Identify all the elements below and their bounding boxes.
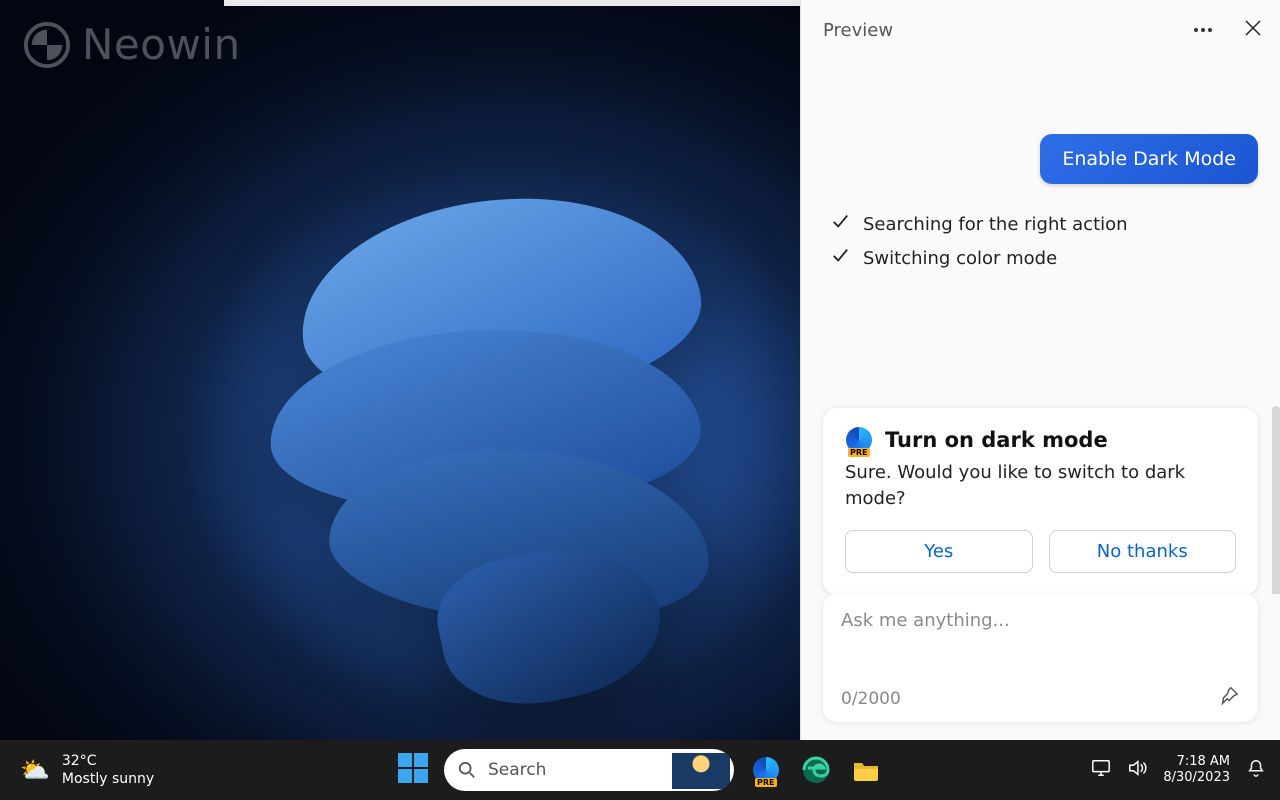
close-button[interactable]	[1244, 19, 1262, 41]
neowin-logo-icon	[24, 22, 70, 68]
weather-widget[interactable]: ⛅ 32°C Mostly sunny	[0, 752, 154, 788]
pin-icon	[1218, 685, 1240, 707]
progress-list: Searching for the right action Switching…	[823, 184, 1258, 276]
start-button[interactable]	[396, 751, 430, 789]
clock-time: 7:18 AM	[1177, 754, 1230, 770]
weather-temp: 32°C	[62, 752, 154, 770]
watermark-text: Neowin	[82, 20, 241, 69]
clock-date: 8/30/2023	[1163, 770, 1230, 786]
edge-browser-button[interactable]	[798, 752, 834, 788]
progress-item: Switching color mode	[831, 242, 1258, 276]
edge-icon	[801, 755, 831, 785]
weather-desc: Mostly sunny	[62, 770, 154, 788]
no-thanks-button[interactable]: No thanks	[1049, 530, 1237, 573]
search-placeholder: Search	[488, 760, 546, 780]
input-box[interactable]: Ask me anything... 0/2000	[823, 594, 1258, 722]
windows-logo-icon	[396, 751, 430, 785]
progress-text: Switching color mode	[863, 242, 1057, 276]
checkmark-icon	[831, 242, 849, 276]
display-settings-button[interactable]	[1091, 758, 1111, 782]
checkmark-icon	[831, 208, 849, 242]
speaker-icon	[1127, 758, 1147, 778]
weather-icon: ⛅	[20, 756, 50, 784]
close-icon	[1244, 19, 1262, 37]
neowin-watermark: Neowin	[24, 20, 241, 69]
wallpaper-art	[260, 190, 740, 610]
search-art-icon	[672, 753, 730, 789]
clock[interactable]: 7:18 AM 8/30/2023	[1163, 754, 1230, 786]
conversation-area: Enable Dark Mode Searching for the right…	[801, 56, 1280, 594]
panel-header: Preview	[801, 0, 1280, 56]
input-placeholder: Ask me anything...	[841, 610, 1240, 631]
notification-button[interactable]	[1246, 758, 1266, 782]
char-counter: 0/2000	[841, 689, 901, 709]
copilot-pre-icon: PRE	[845, 426, 873, 454]
system-tray: 7:18 AM 8/30/2023	[1091, 754, 1280, 786]
more-options-button[interactable]	[1194, 28, 1212, 32]
taskbar: ⛅ 32°C Mostly sunny Search PRE	[0, 740, 1280, 800]
copilot-panel: Preview Enable Dark Mode Searching for t…	[800, 0, 1280, 740]
card-body: Sure. Would you like to switch to dark m…	[845, 460, 1236, 512]
progress-item: Searching for the right action	[831, 208, 1258, 242]
card-title: Turn on dark mode	[885, 428, 1108, 452]
action-card: PRE Turn on dark mode Sure. Would you li…	[823, 408, 1258, 594]
decorative-strip	[224, 0, 800, 6]
pre-badge: PRE	[848, 448, 870, 457]
search-icon	[458, 761, 476, 779]
taskbar-center: Search PRE	[396, 749, 884, 791]
file-explorer-button[interactable]	[848, 752, 884, 788]
progress-text: Searching for the right action	[863, 208, 1128, 242]
search-box[interactable]: Search	[444, 749, 734, 791]
yes-button[interactable]: Yes	[845, 530, 1033, 573]
folder-icon	[851, 755, 881, 785]
bell-icon	[1246, 758, 1266, 778]
monitor-icon	[1091, 758, 1111, 778]
pin-button[interactable]	[1218, 685, 1240, 712]
scrollbar[interactable]	[1272, 406, 1280, 594]
volume-button[interactable]	[1127, 758, 1147, 782]
copilot-taskbar-button[interactable]: PRE	[748, 752, 784, 788]
panel-title: Preview	[823, 20, 893, 41]
user-message: Enable Dark Mode	[1040, 134, 1258, 184]
